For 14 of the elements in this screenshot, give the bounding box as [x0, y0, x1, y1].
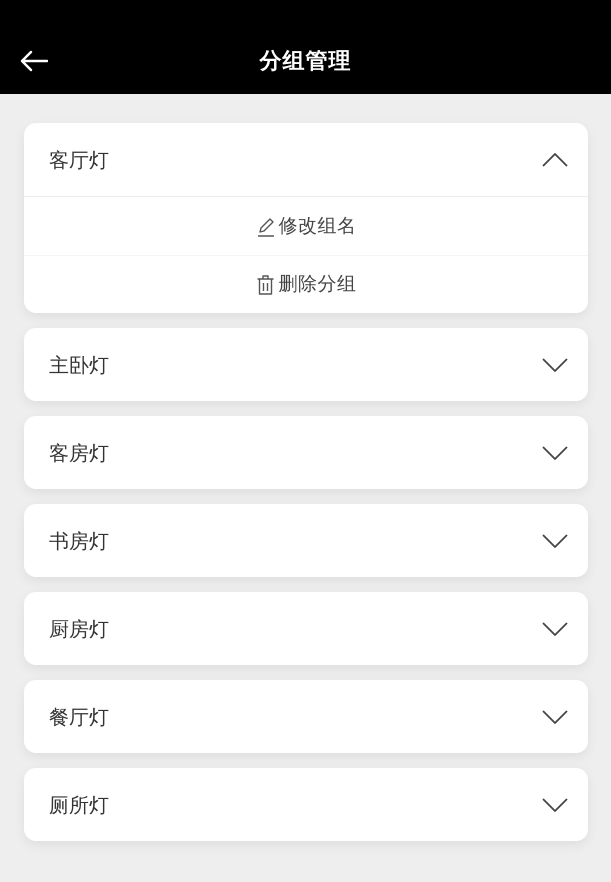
group-header[interactable]: 厕所灯	[24, 768, 588, 841]
rename-button[interactable]: 修改组名	[24, 197, 588, 255]
pencil-icon	[256, 216, 274, 236]
group-header[interactable]: 书房灯	[24, 504, 588, 577]
group-header[interactable]: 厨房灯	[24, 592, 588, 665]
page-title: 分组管理	[260, 48, 352, 76]
delete-button[interactable]: 删除分组	[24, 255, 588, 313]
group-header[interactable]: 餐厅灯	[24, 680, 588, 753]
arrow-left-icon	[20, 50, 48, 72]
trash-icon	[256, 274, 274, 295]
group-header[interactable]: 客厅灯	[24, 123, 588, 197]
back-button[interactable]	[20, 50, 48, 72]
group-header[interactable]: 客房灯	[24, 416, 588, 489]
group-header[interactable]: 主卧灯	[24, 328, 588, 401]
